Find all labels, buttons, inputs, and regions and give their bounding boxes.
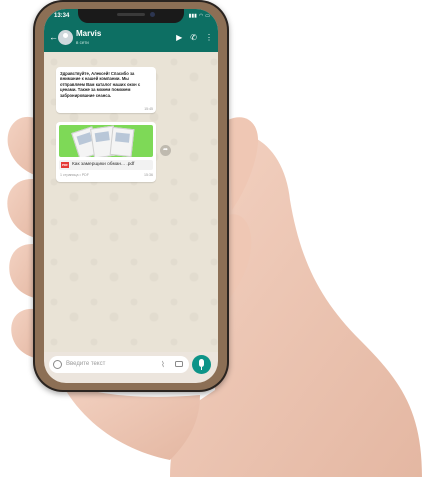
contact-avatar[interactable] (58, 30, 73, 45)
video-call-icon[interactable]: ▶ (176, 33, 182, 42)
message-text: Здравствуйте, Алексей! Спасибо за вниман… (60, 71, 141, 98)
forward-icon[interactable]: ➦ (160, 145, 171, 156)
message-input[interactable]: Введите текст ⌇ (49, 356, 189, 373)
message-time: 15:36 (144, 173, 153, 177)
pdf-icon: PDF (61, 162, 69, 168)
header-actions: ▶ ✆ ⋮ (176, 33, 213, 42)
pdf-preview-image[interactable] (59, 125, 153, 157)
mic-button[interactable] (192, 355, 211, 374)
status-time: 13:34 (54, 13, 70, 19)
status-icons: ▮▮▮ ◠ ▭ (189, 13, 210, 19)
file-message-bubble[interactable]: PDF Как замерщики обман... .pdf 1 страни… (56, 122, 156, 182)
contact-status: в сети (76, 40, 89, 45)
chat-area[interactable]: Здравствуйте, Алексей! Спасибо за вниман… (44, 52, 218, 352)
wifi-icon: ◠ (198, 13, 204, 19)
more-options-icon[interactable]: ⋮ (205, 33, 213, 42)
input-placeholder: Введите текст (66, 361, 106, 367)
catalog-page (109, 126, 135, 157)
input-bar: Введите текст ⌇ (44, 352, 218, 383)
phone-speaker (117, 13, 145, 16)
emoji-icon[interactable] (53, 360, 62, 369)
chat-header: ← Marvis в сети ▶ ✆ ⋮ (44, 25, 218, 52)
signal-icon: ▮▮▮ (188, 13, 197, 19)
camera-icon[interactable] (175, 361, 183, 367)
message-time: 15:45 (144, 107, 153, 111)
phone-call-icon[interactable]: ✆ (190, 33, 197, 42)
front-camera (150, 12, 155, 17)
back-arrow-icon[interactable]: ← (49, 32, 58, 42)
phone-notch (78, 9, 184, 23)
file-attachment[interactable]: PDF Как замерщики обман... .pdf (59, 160, 153, 170)
attach-icon[interactable]: ⌇ (161, 360, 165, 369)
message-bubble[interactable]: Здравствуйте, Алексей! Спасибо за вниман… (56, 67, 156, 113)
file-name: Как замерщики обман... .pdf (72, 162, 135, 167)
file-meta: 1 страница • PDF (60, 173, 89, 177)
mic-icon (199, 359, 204, 367)
contact-name[interactable]: Marvis (76, 29, 101, 38)
phone-screen: 13:34 ▮▮▮ ◠ ▭ ← Marvis в сети ▶ ✆ ⋮ Здра… (44, 9, 218, 383)
battery-icon: ▭ (205, 13, 210, 19)
